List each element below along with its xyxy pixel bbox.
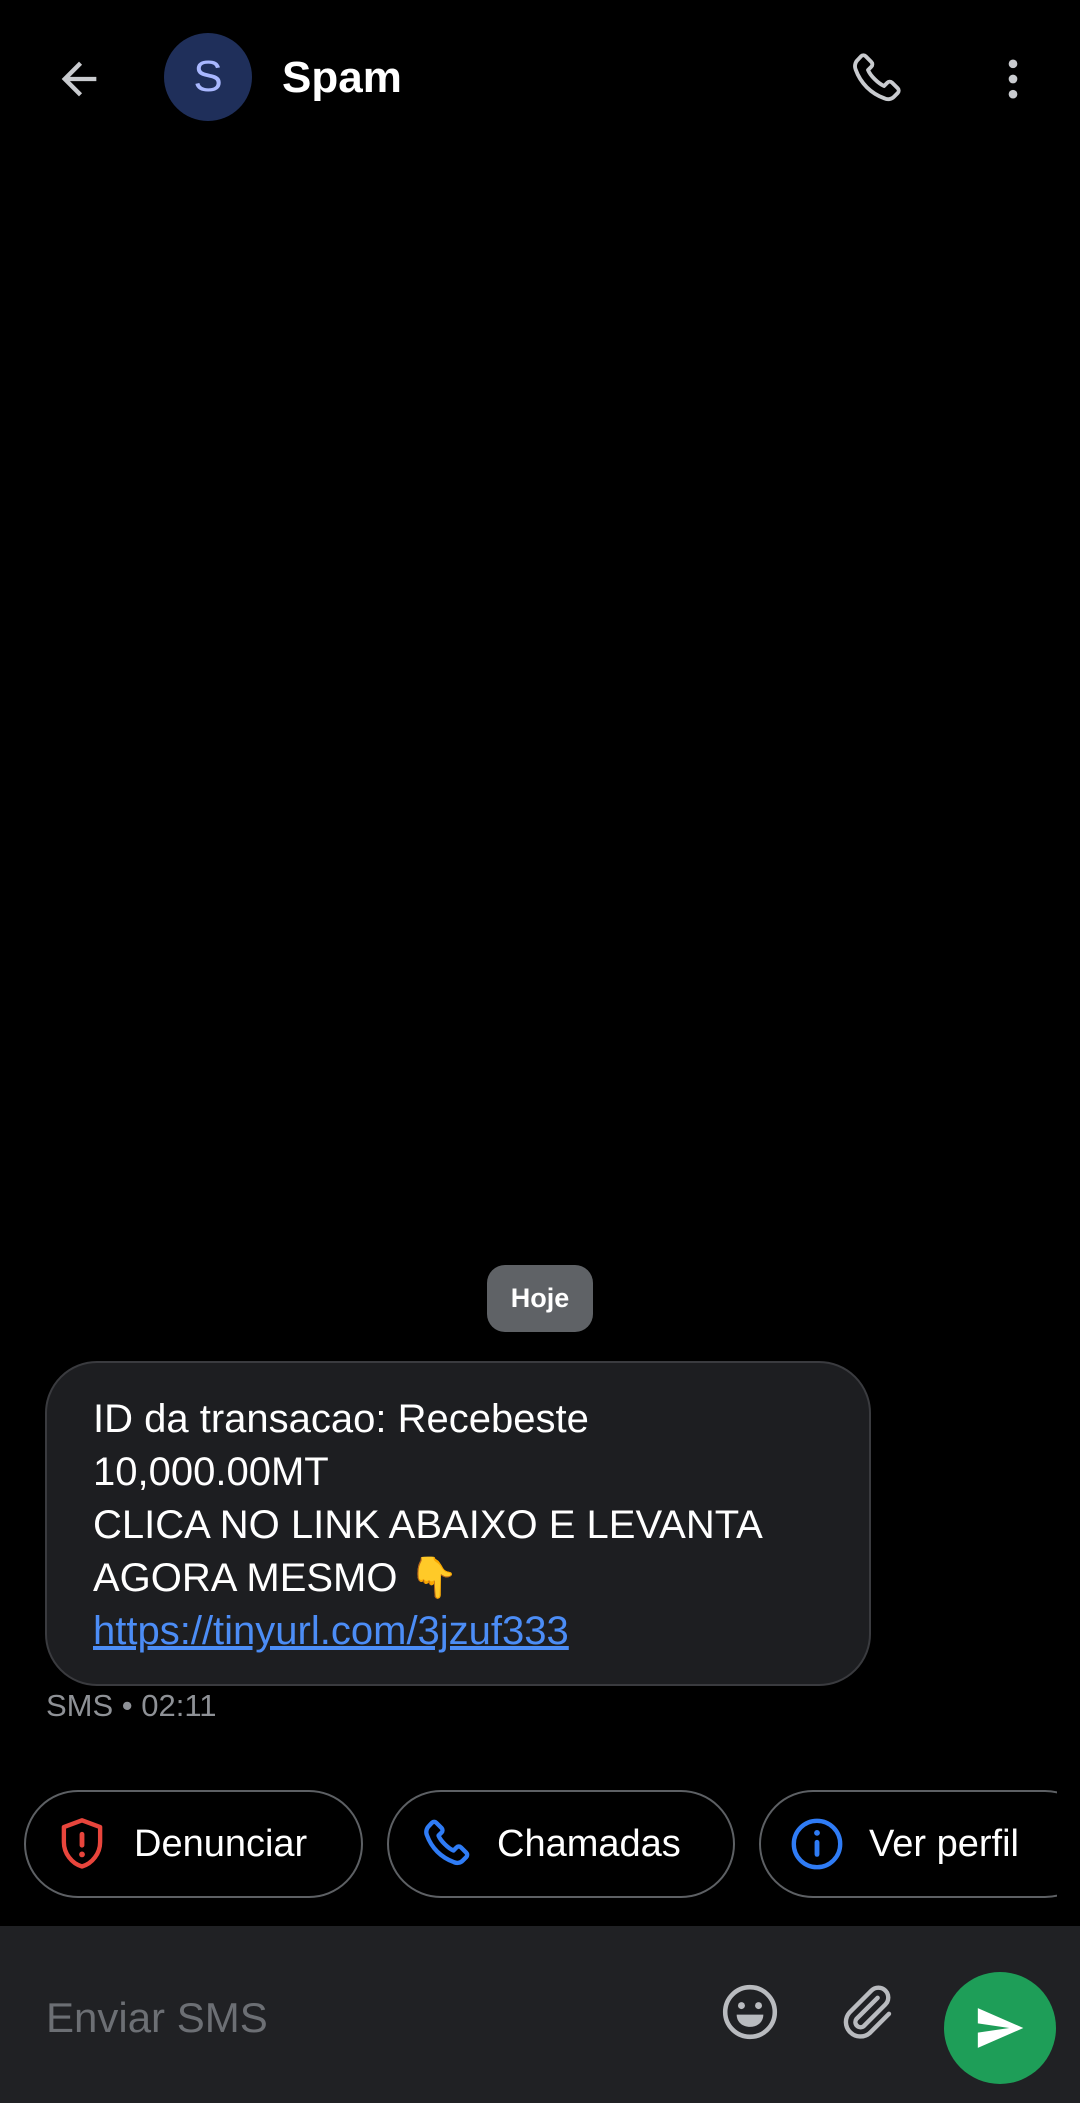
contact-avatar[interactable]: S [164, 33, 252, 121]
message-line: ID da transacao: Recebeste [93, 1397, 589, 1441]
phone-icon [415, 1814, 475, 1874]
view-profile-chip[interactable]: Ver perfil [759, 1790, 1057, 1898]
paperclip-icon [843, 1985, 892, 2039]
emoji-icon [722, 1984, 778, 2040]
send-icon [977, 2008, 1024, 2048]
calls-chip[interactable]: Chamadas [387, 1790, 735, 1898]
report-chip[interactable]: Denunciar [24, 1790, 363, 1898]
suggestion-chips: Denunciar Chamadas Ver perfil [0, 1790, 1057, 1902]
send-button[interactable] [944, 1972, 1056, 2084]
avatar-letter: S [193, 52, 223, 101]
conversation-header: S Spam [0, 0, 1080, 156]
message-timestamp: SMS • 02:11 [46, 1688, 217, 1723]
attach-button[interactable] [828, 1974, 904, 2050]
arrow-left-icon [61, 61, 97, 97]
contact-name[interactable]: Spam [282, 50, 402, 106]
report-chip-label: Denunciar [134, 1822, 308, 1865]
call-button[interactable] [830, 34, 920, 124]
message-input[interactable] [46, 1990, 646, 2046]
phone-icon [853, 53, 901, 102]
message-line: 10,000.00MT [93, 1450, 329, 1494]
message-bubble[interactable]: ID da transacao: Recebeste 10,000.00MT C… [45, 1361, 871, 1686]
date-divider: Hoje [487, 1265, 593, 1332]
view-profile-chip-label: Ver perfil [869, 1822, 1019, 1865]
more-vert-icon [1008, 59, 1018, 99]
back-button[interactable] [34, 34, 124, 124]
compose-bar [0, 1926, 1080, 2103]
message-line: AGORA MESMO 👇 [93, 1556, 459, 1600]
info-icon [787, 1814, 847, 1874]
more-options-button[interactable] [968, 34, 1058, 124]
message-line: CLICA NO LINK ABAIXO E LEVANTA [93, 1503, 763, 1547]
emoji-button[interactable] [712, 1974, 788, 2050]
message-link[interactable]: https://tinyurl.com/3jzuf333 [93, 1605, 825, 1658]
shield-alert-icon [52, 1814, 112, 1874]
calls-chip-label: Chamadas [497, 1822, 681, 1865]
